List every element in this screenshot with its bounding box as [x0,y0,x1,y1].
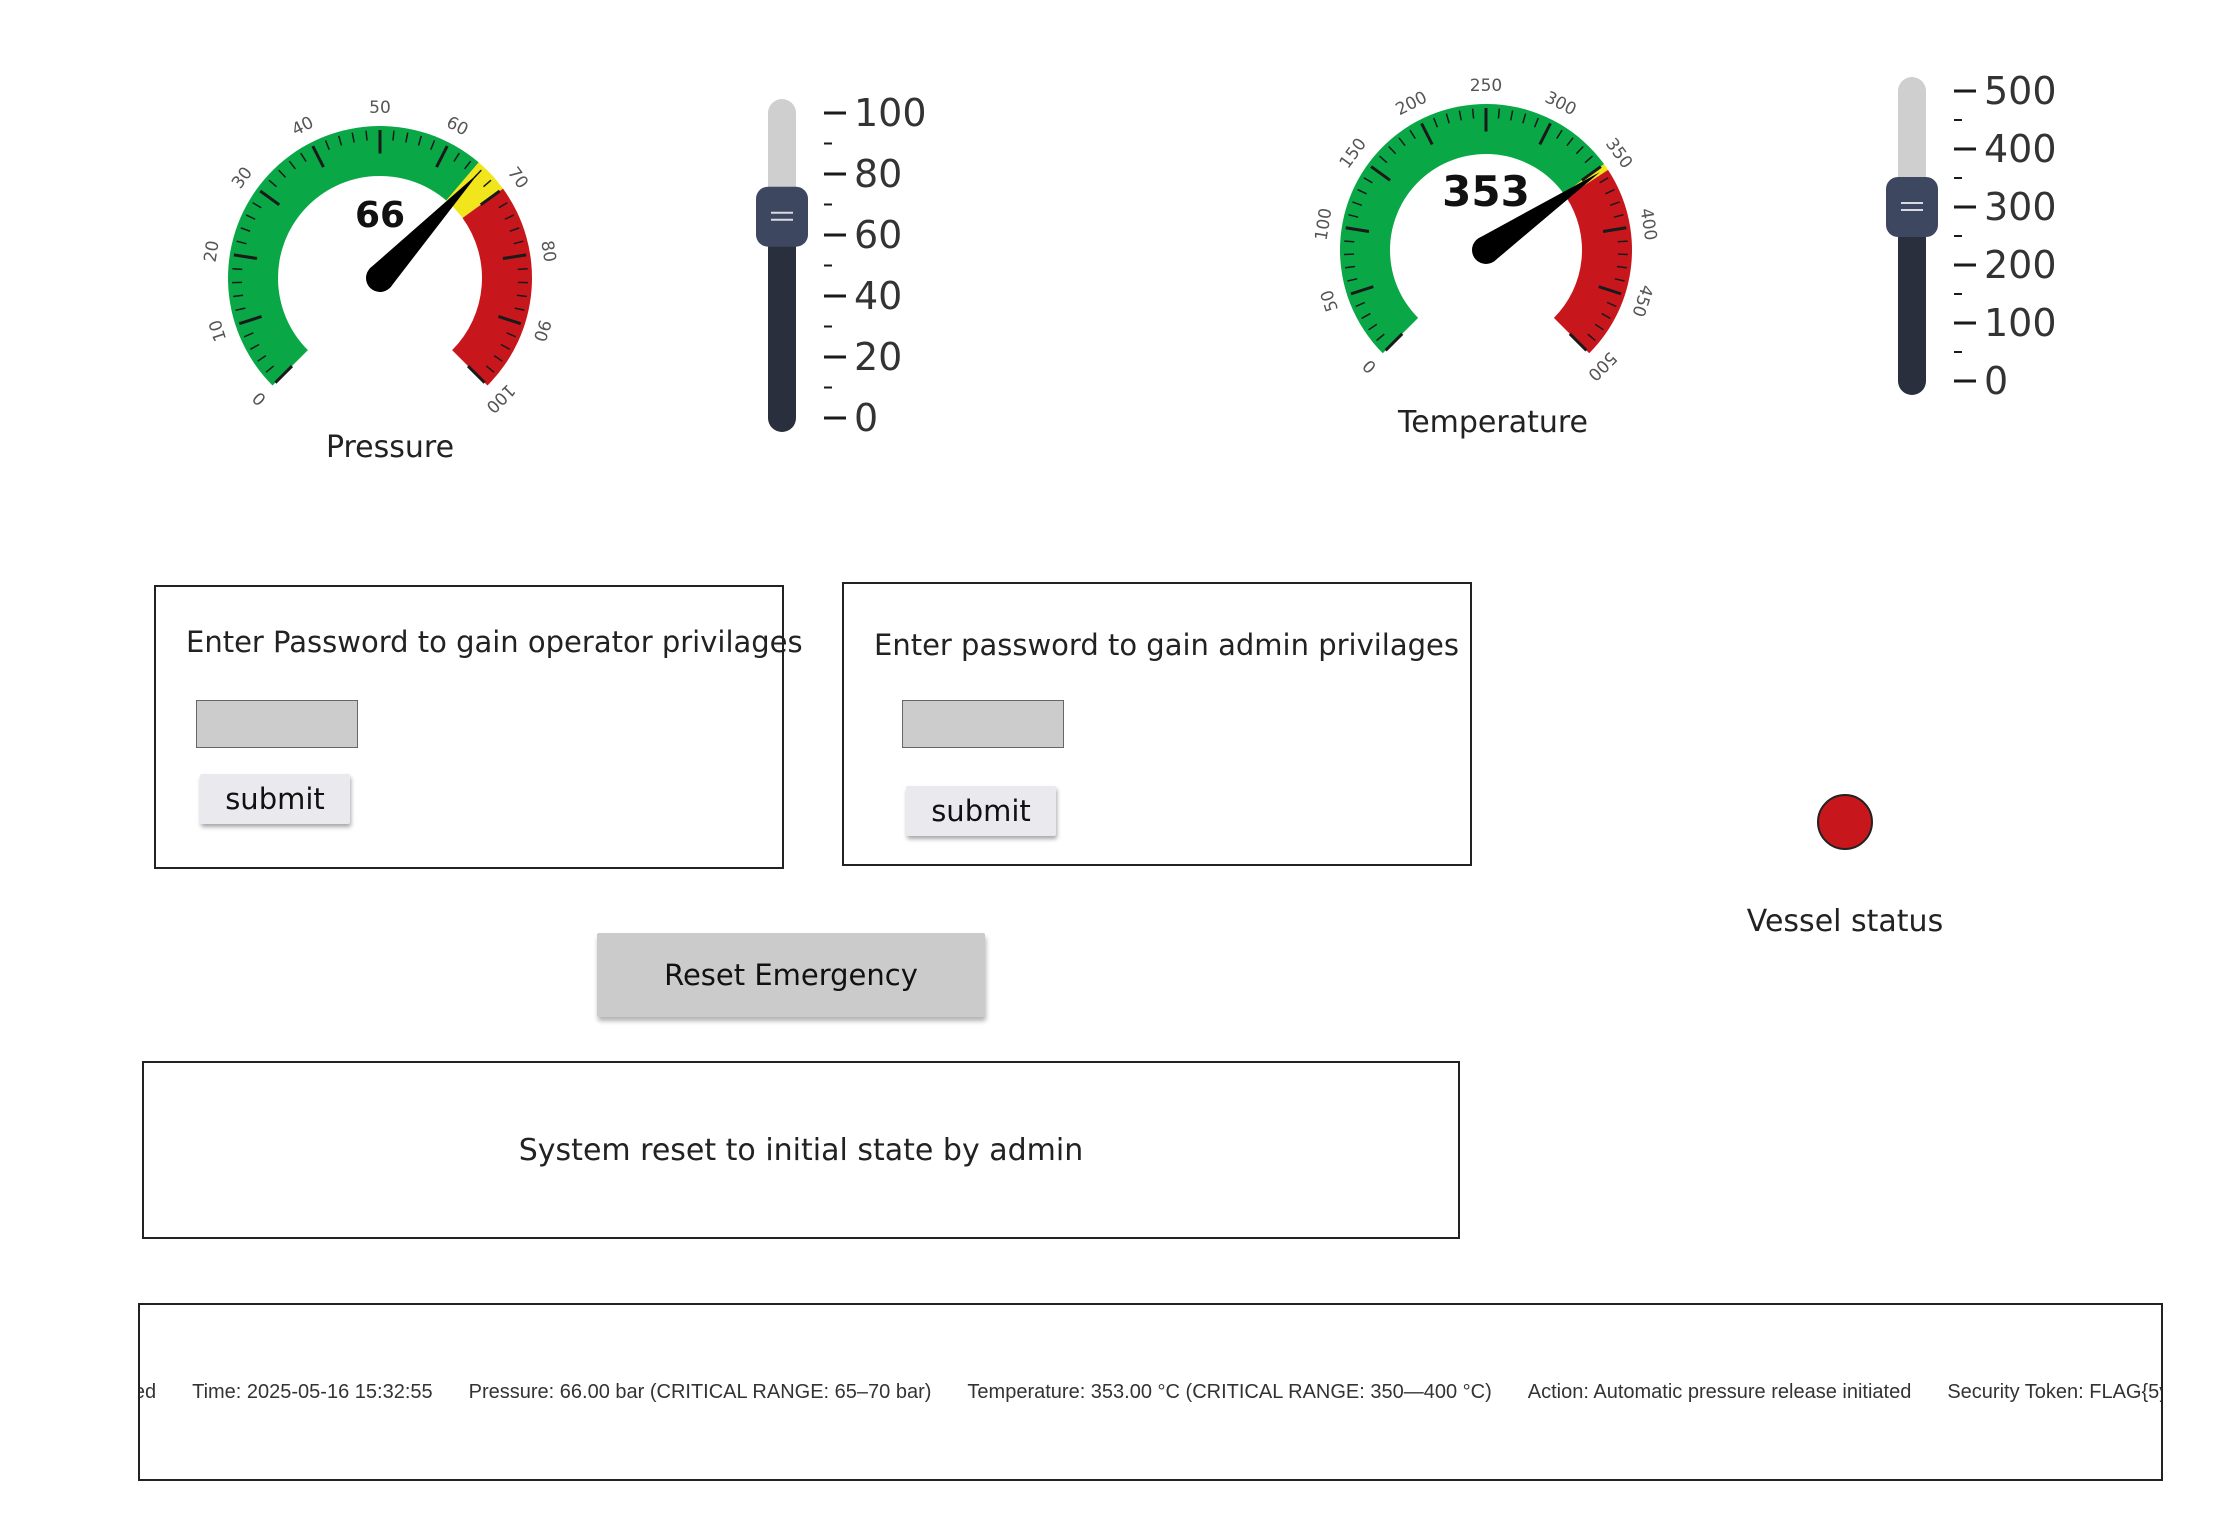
gauge-tick-label: 70 [503,163,532,192]
pressure-gauge: 0102030405060708090100 66 [201,98,560,417]
slider-scale-label: 0 [854,396,878,440]
log-entry: Temperature: 353.00 °C (CRITICAL RANGE: … [967,1380,1492,1403]
reset-emergency-button[interactable]: Reset Emergency [597,933,985,1017]
pg-green-zone [227,125,479,386]
vessel-status-label: Vessel status [1746,904,1944,939]
pressure-gauge-value: 66 [355,195,405,236]
gauge-tick-label: 50 [1317,287,1343,314]
gauge-tick-label: 80 [536,239,559,264]
log-entry: emergency system activated [140,1380,157,1403]
temperature-gauge-value: 353 [1442,167,1530,216]
operator-password-title: Enter Password to gain operator privilag… [186,625,803,659]
operator-password-input[interactable] [196,700,358,748]
gauge-tick [1471,108,1475,119]
system-status-panel: System reset to initial state by admin [142,1061,1460,1239]
admin-password-input[interactable] [902,700,1064,748]
gauge-tick-label: 40 [289,113,317,141]
gauge-tick-label: 0 [1359,355,1381,377]
gauge-tick-label: 450 [1627,282,1656,319]
pressure-slider-thumb [756,186,808,247]
log-entry: Action: Automatic pressure release initi… [1527,1380,1912,1403]
pressure-gauge-arcs [227,125,532,386]
pg-red-zone [452,188,532,386]
gauge-tick [1497,108,1501,119]
gauge-tick-label: 400 [1636,207,1661,242]
slider-scale-label: 300 [1984,185,2057,229]
gauge-needle-hub [1472,236,1500,264]
temperature-slider[interactable]: 500 400 300 200 100 0 [1880,65,2070,410]
ps-fill [768,216,796,432]
gauge-tick-label: 90 [529,317,555,344]
slider-scale-label: 0 [1984,359,2008,403]
slider-scale-label: 200 [1984,243,2057,287]
temperature-slider-thumb [1886,177,1938,237]
operator-submit-button[interactable]: submit [200,774,350,824]
log-entry: Time: 2025-05-16 15:32:55 [192,1380,433,1403]
gauge-tick [1344,240,1355,243]
gauge-tick-label: 200 [1393,88,1431,121]
temperature-gauge-label: Temperature [1397,405,1589,440]
gauge-tick [1617,240,1628,243]
ps-thumb-body [756,186,808,247]
admin-password-title: Enter password to gain admin privilages [874,628,1459,662]
gauge-tick-label: 30 [228,163,257,192]
gauge-tick-label: 50 [369,98,391,118]
pressure-gauge-label: Pressure [325,430,455,465]
temperature-gauge: 0 50 100 150 200 250 300 350 400 450500 353 [1312,76,1661,385]
admin-submit-button[interactable]: submit [906,786,1056,836]
slider-scale-label: 100 [1984,301,2057,345]
gauge-tick-label: 150 [1336,135,1371,173]
log-entry: Pressure: 66.00 bar (CRITICAL RANGE: 65–… [468,1380,932,1403]
gauge-tick-label: 60 [443,113,471,141]
pressure-slider[interactable]: 100 80 60 40 20 0 [745,85,935,440]
gauge-tick-label: 250 [1470,76,1502,96]
gauge-tick-label: 100 [1312,207,1337,242]
slider-scale-label: 80 [854,152,902,196]
vessel-status-indicator [1817,794,1873,850]
slider-scale-label: 400 [1984,127,2057,171]
log-entry: Security Token: FLAG{5y573m_15_c0mpr0m15… [1947,1380,2161,1403]
operator-password-panel: Enter Password to gain operator privilag… [154,585,803,869]
slider-scale-label: 60 [854,213,902,257]
gauge-tick-label: 10 [205,317,231,344]
gauge-tick-label: 20 [201,239,224,264]
gauge-tick [365,130,368,141]
slider-scale-label: 20 [854,335,902,379]
slider-scale-label: 100 [854,91,927,135]
gauge-tick-label: 300 [1541,88,1579,121]
system-status-message: System reset to initial state by admin [518,1132,1084,1168]
ts-thumb-body [1886,177,1938,237]
emergency-log-panel: emergency system activated Time: 2025-05… [138,1303,2163,1481]
temperature-gauge-arcs [1339,103,1632,354]
gauge-tick [232,267,243,271]
slider-scale-label: 500 [1984,69,2057,113]
gauge-tick-label: 500 [1583,347,1620,384]
slider-scale-label: 40 [854,274,902,318]
admin-password-panel: Enter password to gain admin privilages … [842,582,1472,866]
gauge-tick [392,130,395,141]
gauge-tick-label: 350 [1601,135,1636,173]
gauge-tick [517,267,528,271]
gauge-needle-hub [366,264,394,292]
gauge-tick-label: 0 [249,387,271,409]
